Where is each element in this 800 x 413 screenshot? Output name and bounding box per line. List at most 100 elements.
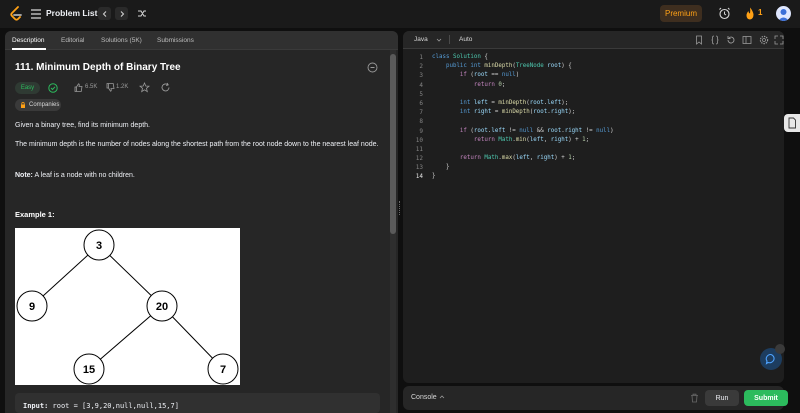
thumbs-down-icon[interactable] <box>106 83 115 92</box>
chat-icon <box>765 353 775 365</box>
problem-title: 111. Minimum Depth of Binary Tree <box>15 62 181 73</box>
tree-node-9: 9 <box>16 290 48 322</box>
problem-list-link[interactable]: Problem List <box>46 8 97 18</box>
premium-button[interactable]: Premium <box>660 5 702 22</box>
tree-node-3: 3 <box>83 229 115 261</box>
tab-editorial[interactable]: Editorial <box>61 37 84 44</box>
note-label: Note: <box>15 172 33 179</box>
chevron-down-icon[interactable] <box>436 37 442 43</box>
input-label: Input: <box>23 402 49 410</box>
tab-description[interactable]: Description <box>12 37 45 44</box>
feedback-tab[interactable] <box>784 114 800 132</box>
code-line: return 0; <box>473 81 506 88</box>
prev-problem-button[interactable] <box>98 7 111 20</box>
binary-tree-diagram: 3 9 20 15 7 <box>15 228 240 385</box>
companies-label: Companies <box>29 102 60 108</box>
code-area[interactable]: class Solution { public int minDepth(Tre… <box>432 53 772 182</box>
line-number: 1 <box>419 54 423 61</box>
tab-submissions[interactable]: Submissions <box>157 37 194 44</box>
note-text: A leaf is a node with no children. <box>32 172 135 179</box>
line-number: 7 <box>419 109 423 117</box>
streak-count: 1 <box>758 8 763 17</box>
example-input-line: Input: root = [3,9,20,null,null,15,7] <box>23 402 179 410</box>
like-count: 6.5K <box>85 84 98 90</box>
description-scrollbar[interactable] <box>390 50 396 413</box>
submit-button[interactable]: Submit <box>744 390 788 406</box>
dislike-count: 1.2K <box>116 84 129 90</box>
alarm-clock-icon[interactable] <box>718 7 731 20</box>
line-number: 9 <box>419 127 423 135</box>
active-tab-indicator <box>12 48 46 50</box>
code-line: int right = minDepth(root.right); <box>459 109 576 116</box>
avatar[interactable] <box>776 6 791 21</box>
braces-icon[interactable] <box>710 35 720 45</box>
line-number: 6 <box>419 99 423 107</box>
code-line: public int minDepth(TreeNode root) { <box>445 63 572 70</box>
line-number-gutter: 1 2 3 4 5 6 7 8 9 10 11 12 13 14 <box>403 53 425 182</box>
bookmark-icon[interactable] <box>694 35 704 45</box>
editor-toolbar: Java Auto <box>403 31 784 49</box>
line-number: 5 <box>419 90 423 98</box>
gear-icon[interactable] <box>759 35 769 45</box>
scrollbar-thumb[interactable] <box>390 54 396 234</box>
reset-icon[interactable] <box>726 35 736 45</box>
language-select[interactable]: Java <box>414 36 428 43</box>
code-line: if (root.left != null && root.right != n… <box>459 127 614 134</box>
code-line: return Math.min(left, right) + 1; <box>473 136 590 143</box>
tree-node-label: 15 <box>83 364 95 376</box>
line-number: 11 <box>415 145 423 153</box>
shuffle-icon[interactable] <box>137 8 147 19</box>
expand-panel-icon[interactable] <box>742 35 752 45</box>
chevron-right-icon <box>120 10 124 17</box>
code-line: } <box>432 173 436 180</box>
trash-icon[interactable] <box>690 393 699 403</box>
code-editor-panel: Java Auto 1 2 3 4 5 6 7 8 9 10 11 12 13 … <box>403 31 784 383</box>
fire-icon[interactable] <box>745 7 755 20</box>
example-input-block: Input: root = [3,9,20,null,null,15,7] <box>15 393 380 413</box>
refresh-share-icon[interactable] <box>160 82 171 93</box>
line-number: 13 <box>415 164 423 172</box>
line-number: 2 <box>419 63 423 71</box>
tree-node-20: 20 <box>146 290 178 322</box>
console-bar: Console Run Submit <box>403 386 788 410</box>
leetcode-logo-icon[interactable] <box>9 6 23 22</box>
close-icon[interactable] <box>775 344 785 354</box>
tree-node-7: 7 <box>207 353 239 385</box>
tree-node-label: 9 <box>29 301 35 313</box>
drag-handle-icon <box>399 201 401 215</box>
fullscreen-icon[interactable] <box>774 35 784 45</box>
tree-node-15: 15 <box>73 353 105 385</box>
run-button[interactable]: Run <box>705 390 739 406</box>
description-paragraph-2: The minimum depth is the number of nodes… <box>15 141 379 148</box>
user-avatar-icon <box>778 9 789 21</box>
code-line: class Solution { <box>432 54 488 60</box>
tree-node-label: 7 <box>220 364 226 376</box>
solved-check-icon <box>48 83 58 93</box>
line-number: 3 <box>419 72 423 80</box>
star-icon[interactable] <box>139 82 150 93</box>
code-line: return Math.max(left, right) + 1; <box>459 155 576 162</box>
toolbar-divider <box>449 35 450 44</box>
code-line: } <box>432 164 450 171</box>
lock-icon <box>21 102 25 108</box>
chevron-up-icon[interactable] <box>439 394 445 400</box>
top-nav-bar: Problem List Premium 1 <box>0 0 800 28</box>
document-icon <box>788 117 796 129</box>
example-heading: Example 1: <box>15 210 55 219</box>
code-line: int left = minDepth(root.left); <box>459 99 569 106</box>
problem-description-panel: Description Editorial Solutions (5K) Sub… <box>5 31 398 413</box>
tab-solutions[interactable]: Solutions (5K) <box>101 37 142 44</box>
list-icon[interactable] <box>30 8 42 20</box>
thumbs-up-icon[interactable] <box>74 83 83 92</box>
next-problem-button[interactable] <box>115 7 128 20</box>
console-toggle[interactable]: Console <box>411 394 437 401</box>
line-number: 4 <box>419 81 423 89</box>
auto-mode-toggle[interactable]: Auto <box>459 36 472 43</box>
description-tabs: Description Editorial Solutions (5K) Sub… <box>5 31 398 50</box>
tree-node-label: 20 <box>156 301 168 313</box>
notes-icon[interactable] <box>367 62 378 73</box>
line-number: 12 <box>415 155 423 163</box>
companies-tag[interactable]: Companies <box>15 99 61 111</box>
